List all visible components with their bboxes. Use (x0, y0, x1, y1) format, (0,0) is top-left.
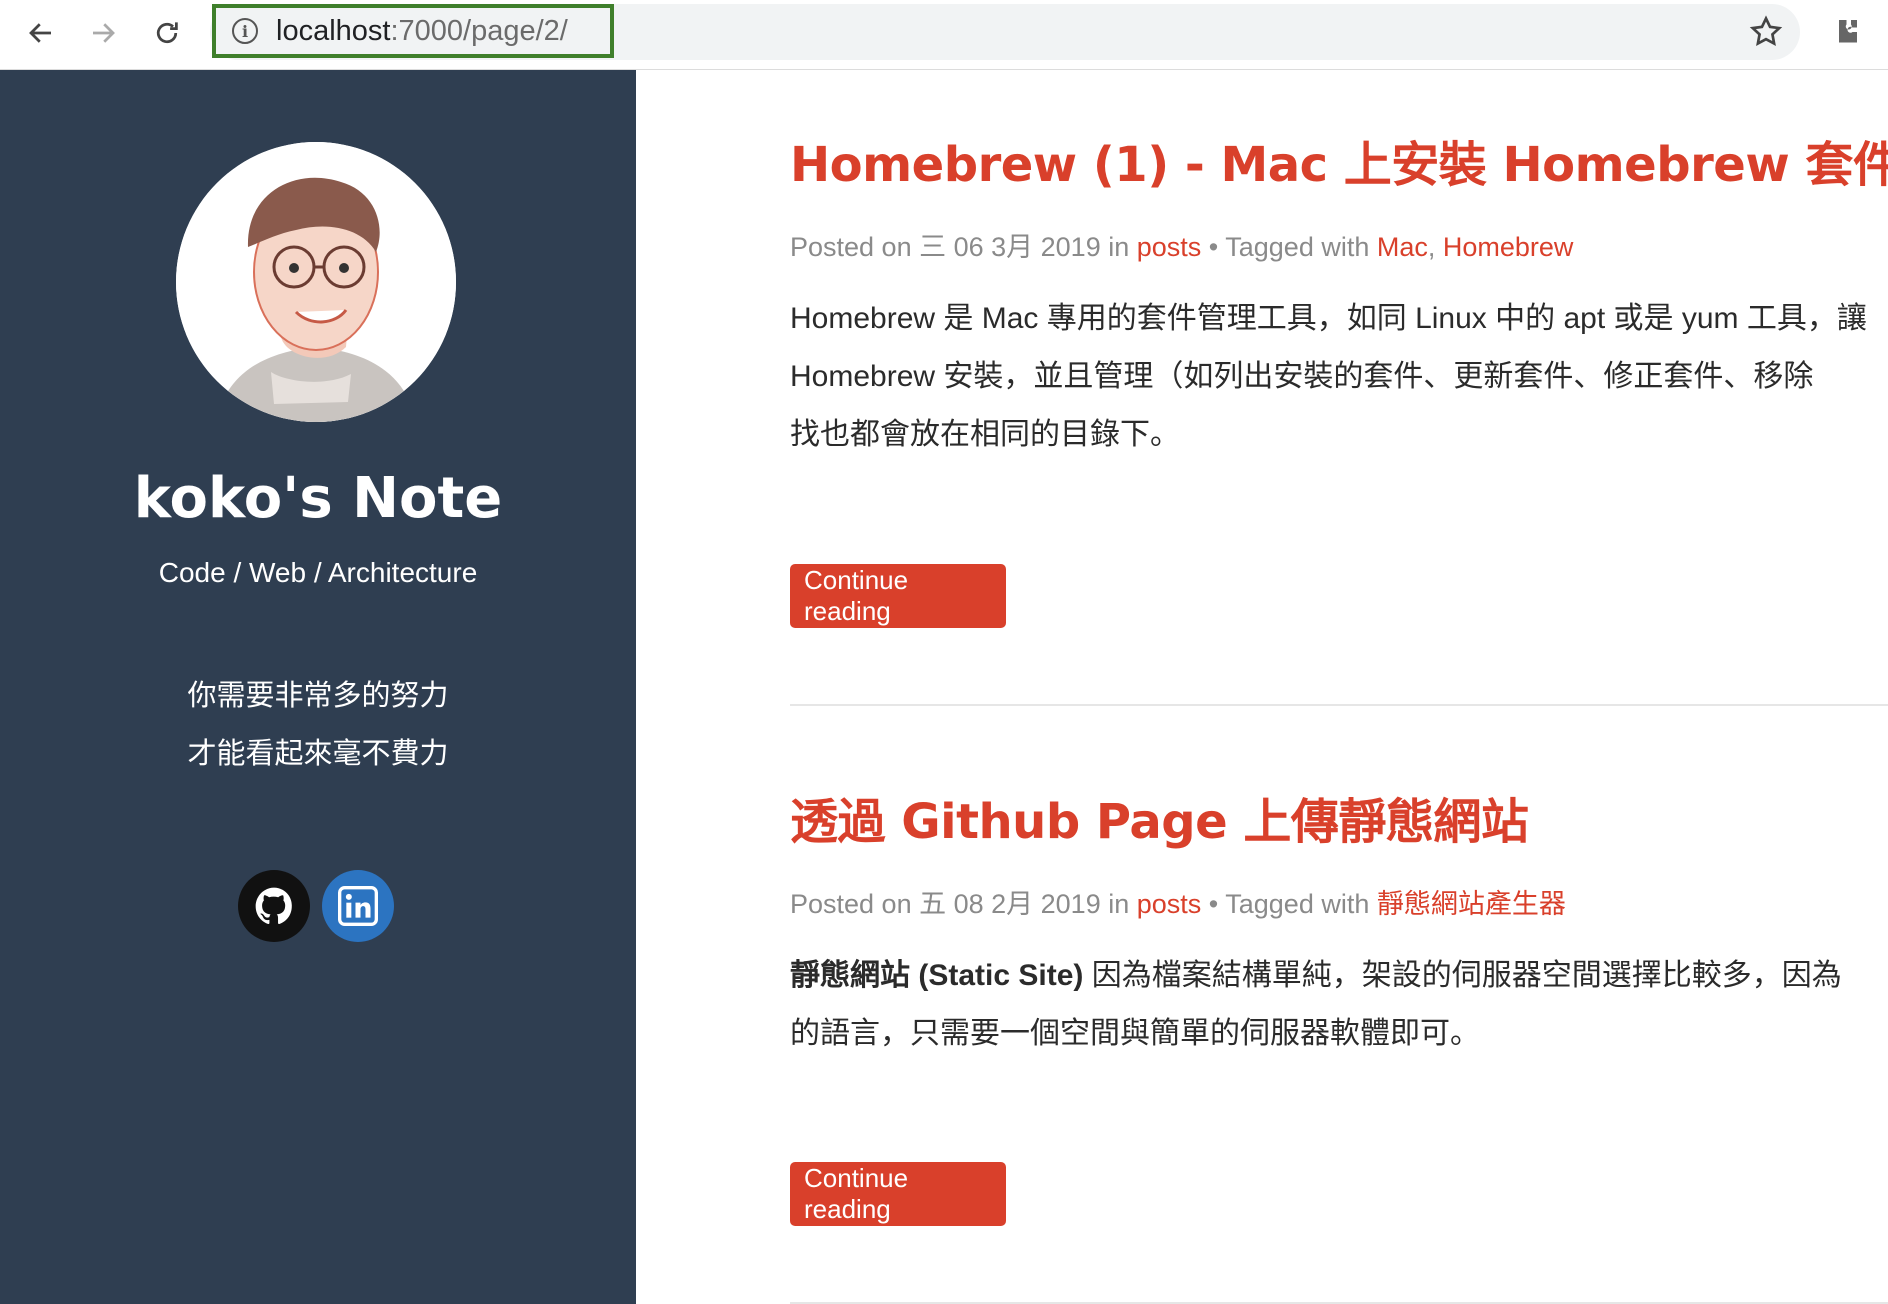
site-subtitle: Code / Web / Architecture (158, 557, 478, 588)
tagged-label: • Tagged with (1201, 232, 1377, 262)
motto-line: 才能看起來毫不費力 (187, 738, 449, 770)
github-link[interactable] (238, 870, 310, 942)
back-button[interactable] (18, 10, 64, 56)
sidebar: koko's Note Code / Web / Architecture 你需… (0, 70, 636, 1304)
bookmark-star-icon[interactable] (1748, 14, 1784, 50)
category-link[interactable]: posts (1137, 232, 1202, 262)
url-text: localhost:7000/page/2/ (276, 14, 568, 47)
post-meta: Posted on 三 06 3月 2019 in posts • Tagged… (790, 225, 1888, 264)
linkedin-icon (338, 886, 378, 926)
post-date: Posted on 三 06 3月 2019 in (790, 232, 1137, 262)
motto: 你需要非常多的努力 才能看起來毫不費力 (0, 667, 636, 783)
excerpt-line: 找也都會放在相同的目錄下。 (790, 418, 1180, 451)
post-divider (790, 704, 1888, 706)
post-excerpt: 靜態網站 (Static Site) 因為檔案結構單純，架設的伺服器空間選擇比較… (790, 947, 1888, 1063)
linkedin-link[interactable] (322, 870, 394, 942)
excerpt-line: Homebrew 安裝，並且管理（如列出安裝的套件、更新套件、修正套件、移除 (790, 360, 1814, 393)
browser-toolbar: i localhost:7000/page/2/ (0, 0, 1888, 70)
excerpt-bold: 靜態網站 (Static Site) (790, 959, 1084, 992)
continue-reading-button[interactable]: Continue reading (790, 564, 1006, 628)
arrow-right-icon (93, 23, 115, 43)
excerpt-text: 因為檔案結構單純，架設的伺服器空間選擇比較多，因為 (1083, 959, 1842, 992)
post-title-link[interactable]: Homebrew (1) - Mac 上安裝 Homebrew 套件管理工具 (790, 125, 1888, 195)
tag-separator: , (1427, 232, 1443, 262)
avatar[interactable] (176, 142, 456, 422)
tag-link-mac[interactable]: Mac (1377, 232, 1428, 262)
excerpt-line: 的語言，只需要一個空間與簡單的伺服器軟體即可。 (790, 1017, 1480, 1050)
forward-button[interactable] (80, 10, 126, 56)
post-date: Posted on 五 08 2月 2019 in (790, 889, 1137, 919)
post-item: 透過 Github Page 上傳靜態網站 Posted on 五 08 2月 … (790, 782, 1888, 1063)
info-icon[interactable]: i (232, 18, 258, 44)
continue-reading-button[interactable]: Continue reading (790, 1162, 1006, 1226)
tag-link-homebrew[interactable]: Homebrew (1443, 232, 1574, 262)
post-title-link[interactable]: 透過 Github Page 上傳靜態網站 (790, 782, 1888, 852)
site-title[interactable]: koko's Note (0, 466, 636, 531)
url-field[interactable]: i localhost:7000/page/2/ (212, 4, 614, 58)
motto-line: 你需要非常多的努力 (187, 680, 449, 712)
social-links (238, 870, 394, 942)
excerpt-line: Homebrew 是 Mac 專用的套件管理工具，如同 Linux 中的 apt… (790, 302, 1867, 335)
tag-link-static-site[interactable]: 靜態網站產生器 (1377, 889, 1566, 919)
post-list: Homebrew (1) - Mac 上安裝 Homebrew 套件管理工具 P… (636, 70, 1888, 1304)
post-item: Homebrew (1) - Mac 上安裝 Homebrew 套件管理工具 P… (790, 125, 1888, 464)
category-link[interactable]: posts (1137, 889, 1202, 919)
excerpt-line: 靜態網站 (Static Site) 因為檔案結構單純，架設的伺服器空間選擇比較… (790, 947, 1888, 1005)
tagged-label: • Tagged with (1201, 889, 1377, 919)
avatar-portrait-icon (176, 142, 456, 422)
post-meta: Posted on 五 08 2月 2019 in posts • Tagged… (790, 882, 1888, 921)
reload-icon (156, 22, 178, 44)
post-excerpt: Homebrew 是 Mac 專用的套件管理工具，如同 Linux 中的 apt… (790, 290, 1888, 464)
arrow-left-icon (29, 23, 51, 43)
github-icon (255, 887, 292, 925)
extension-icon[interactable] (1830, 14, 1866, 50)
reload-button[interactable] (144, 10, 190, 56)
